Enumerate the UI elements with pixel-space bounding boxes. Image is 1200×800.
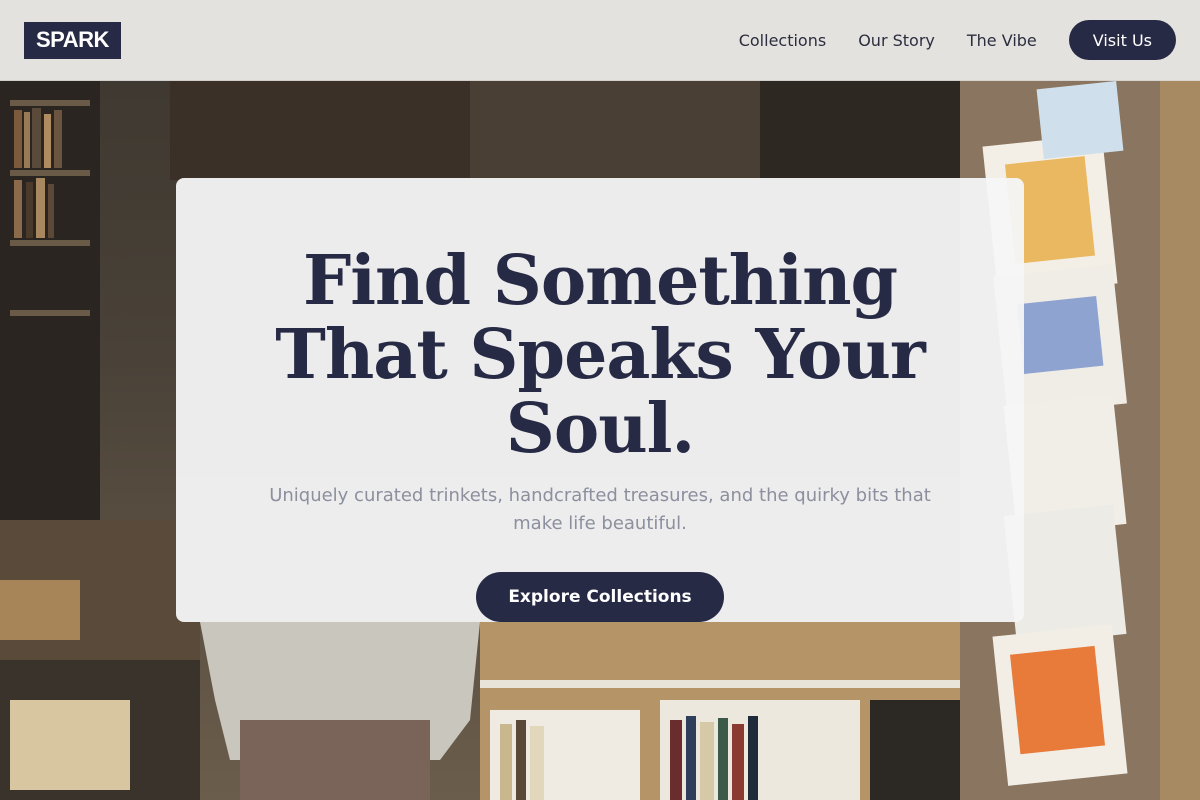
nav-link-the-vibe[interactable]: The Vibe [967, 31, 1037, 50]
site-header: SPARK Collections Our Story The Vibe Vis… [0, 0, 1200, 81]
nav-link-collections[interactable]: Collections [739, 31, 826, 50]
hero-card: Find Something That Speaks Your Soul. Un… [176, 178, 1024, 622]
main-nav: Collections Our Story The Vibe Visit Us [739, 20, 1176, 60]
hero-subtitle: Uniquely curated trinkets, handcrafted t… [269, 485, 931, 534]
nav-link-our-story[interactable]: Our Story [858, 31, 935, 50]
visit-us-button[interactable]: Visit Us [1068, 20, 1176, 60]
brand-logo[interactable]: SPARK [24, 21, 121, 59]
explore-collections-button[interactable]: Explore Collections [476, 572, 724, 622]
hero-title: Find Something That Speaks Your Soul. [275, 241, 926, 469]
